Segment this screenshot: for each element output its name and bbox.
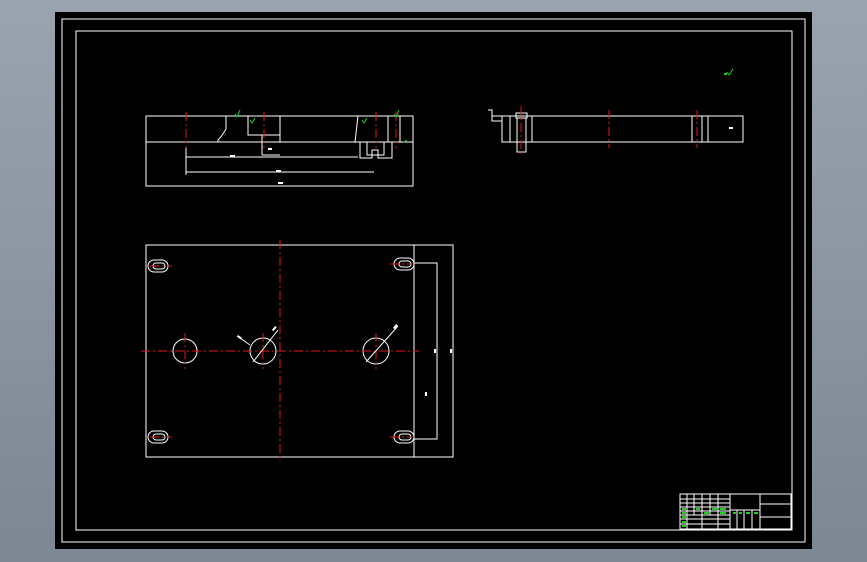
title-green-text	[754, 512, 758, 514]
title-green-text	[682, 508, 686, 510]
drawing-canvas[interactable]	[0, 0, 867, 562]
dim-text-3	[278, 182, 283, 184]
title-green-text	[720, 512, 726, 514]
title-green-text	[739, 512, 742, 514]
title-green-text	[682, 525, 686, 527]
title-green-text	[682, 516, 686, 518]
title-green-text	[682, 512, 686, 514]
roughness-general-text	[724, 73, 727, 75]
dim-text-2	[276, 170, 281, 172]
title-green-text	[746, 512, 750, 514]
title-green-text	[704, 512, 709, 514]
title-green-text	[712, 508, 717, 510]
plan-dim-text-2	[450, 349, 452, 353]
cad-viewport[interactable]	[0, 0, 867, 562]
title-green-text	[720, 508, 726, 510]
title-green-text	[696, 508, 700, 510]
dim-text-1	[230, 155, 235, 157]
plan-dim-text-3	[425, 392, 427, 396]
title-green-text	[682, 521, 686, 523]
side-dim-text	[729, 127, 733, 129]
drawing-sheet	[55, 12, 812, 549]
dim-text-4	[268, 148, 272, 150]
plan-dim-text-1	[434, 349, 436, 353]
title-green-text	[733, 512, 736, 514]
